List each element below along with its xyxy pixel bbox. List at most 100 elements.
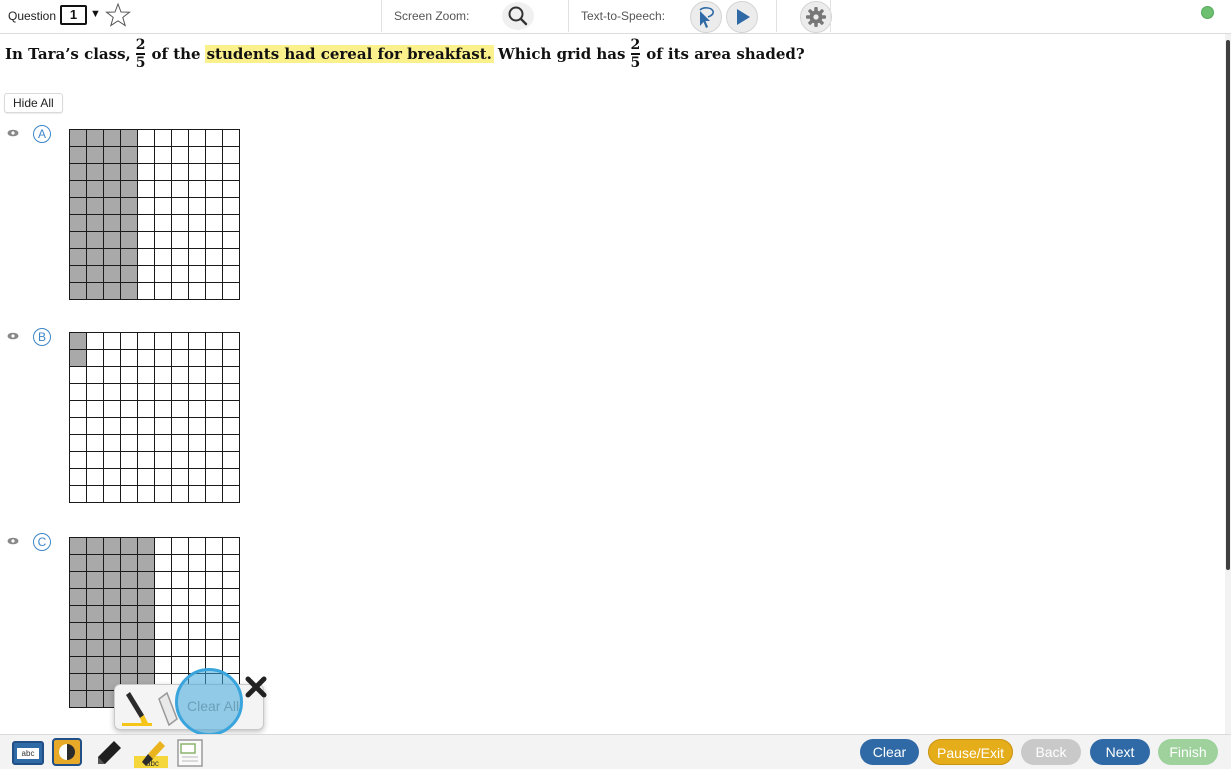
grid-cell bbox=[222, 383, 240, 401]
grid-cell bbox=[154, 163, 172, 181]
grid-cell-shaded bbox=[103, 571, 121, 589]
highlighter-tool[interactable]: abc bbox=[134, 738, 168, 768]
answer-option-c[interactable]: C bbox=[33, 533, 51, 551]
grid-cell-shaded bbox=[120, 248, 138, 266]
grid-cell bbox=[188, 571, 206, 589]
grid-cell bbox=[154, 332, 172, 350]
grid-cell bbox=[222, 571, 240, 589]
zoom-button[interactable] bbox=[502, 2, 534, 30]
grid-cell bbox=[222, 468, 240, 486]
grid-cell-shaded bbox=[86, 588, 104, 606]
grid-cell-shaded bbox=[103, 163, 121, 181]
grid-cell-shaded bbox=[69, 146, 87, 164]
grid-cell bbox=[154, 248, 172, 266]
grid-cell bbox=[188, 366, 206, 384]
grid-cell-shaded bbox=[86, 605, 104, 623]
grid-cell bbox=[171, 129, 189, 147]
grid-cell bbox=[205, 554, 223, 572]
eye-icon[interactable] bbox=[7, 536, 19, 546]
grid-cell bbox=[137, 231, 155, 249]
fraction: 2 5 bbox=[630, 38, 640, 70]
abc-label: abc bbox=[17, 748, 39, 759]
play-icon bbox=[737, 9, 750, 25]
grid-cell-shaded bbox=[69, 554, 87, 572]
scrollbar-thumb[interactable] bbox=[1226, 40, 1230, 570]
grid-cell bbox=[205, 383, 223, 401]
grid-cell bbox=[188, 485, 206, 503]
grid-cell bbox=[205, 265, 223, 283]
clear-button[interactable]: Clear bbox=[860, 739, 919, 765]
grid-cell-shaded bbox=[120, 231, 138, 249]
grid-cell-shaded bbox=[103, 180, 121, 198]
grid-cell-shaded bbox=[69, 690, 87, 708]
grid-cell bbox=[188, 588, 206, 606]
grid-cell-shaded bbox=[86, 554, 104, 572]
grid-cell bbox=[205, 332, 223, 350]
grid-cell bbox=[120, 349, 138, 367]
grid-cell bbox=[154, 366, 172, 384]
grid-cell-shaded bbox=[103, 554, 121, 572]
grid-cell bbox=[69, 451, 87, 469]
tts-select-button[interactable] bbox=[690, 1, 722, 33]
grid-cell bbox=[137, 485, 155, 503]
eye-icon[interactable] bbox=[7, 128, 19, 138]
grid-cell bbox=[171, 180, 189, 198]
grid-cell bbox=[154, 554, 172, 572]
grid-cell-shaded bbox=[69, 571, 87, 589]
grid-cell-shaded bbox=[86, 180, 104, 198]
star-icon[interactable] bbox=[105, 2, 131, 28]
grid-cell bbox=[205, 468, 223, 486]
hide-all-button[interactable]: Hide All bbox=[4, 93, 63, 113]
grid-cell bbox=[86, 468, 104, 486]
question-number-dropdown[interactable]: 1 bbox=[60, 5, 87, 25]
finish-button[interactable]: Finish bbox=[1158, 739, 1218, 765]
grid-cell bbox=[222, 400, 240, 418]
grid-cell-shaded bbox=[86, 231, 104, 249]
grid-cell bbox=[154, 349, 172, 367]
close-icon[interactable] bbox=[243, 674, 269, 700]
grid-cell bbox=[154, 571, 172, 589]
grid-cell bbox=[154, 485, 172, 503]
grid-cell bbox=[86, 451, 104, 469]
contrast-tool-icon[interactable] bbox=[52, 738, 82, 766]
eye-icon[interactable] bbox=[7, 331, 19, 341]
grid-cell bbox=[188, 451, 206, 469]
grid-cell bbox=[171, 588, 189, 606]
grid-cell-shaded bbox=[86, 214, 104, 232]
grid-cell-shaded bbox=[86, 282, 104, 300]
dictionary-tool[interactable]: abc bbox=[12, 741, 44, 765]
grid-cell bbox=[222, 622, 240, 640]
grid-cell-shaded bbox=[120, 214, 138, 232]
pencil-icon[interactable] bbox=[94, 738, 124, 768]
grid-cell bbox=[154, 383, 172, 401]
grid-cell bbox=[205, 248, 223, 266]
grid-option-b[interactable] bbox=[69, 332, 241, 503]
grid-cell-shaded bbox=[86, 248, 104, 266]
grid-cell bbox=[69, 383, 87, 401]
answer-option-a[interactable]: A bbox=[33, 125, 51, 143]
pause-exit-button[interactable]: Pause/Exit bbox=[928, 739, 1013, 765]
highlighted-text[interactable]: students had cereal for breakfast. bbox=[204, 45, 494, 63]
chevron-down-icon[interactable]: ▼ bbox=[90, 8, 101, 20]
search-icon bbox=[508, 6, 528, 26]
speak-selection-icon bbox=[699, 7, 714, 28]
highlighter-icon[interactable] bbox=[120, 689, 154, 727]
grid-cell bbox=[103, 400, 121, 418]
grid-cell-shaded bbox=[86, 197, 104, 215]
grid-cell bbox=[137, 366, 155, 384]
grid-cell bbox=[120, 451, 138, 469]
notepad-icon[interactable] bbox=[176, 738, 204, 768]
back-button[interactable]: Back bbox=[1021, 739, 1081, 765]
answer-option-b[interactable]: B bbox=[33, 328, 51, 346]
grid-option-a[interactable] bbox=[69, 129, 241, 300]
grid-cell bbox=[86, 417, 104, 435]
grid-cell bbox=[188, 468, 206, 486]
tts-play-button[interactable] bbox=[726, 1, 758, 33]
settings-button[interactable] bbox=[800, 1, 832, 33]
next-button[interactable]: Next bbox=[1090, 739, 1150, 765]
grid-cell bbox=[205, 282, 223, 300]
grid-cell bbox=[154, 434, 172, 452]
grid-cell-shaded bbox=[120, 605, 138, 623]
grid-cell bbox=[137, 129, 155, 147]
grid-cell-shaded bbox=[120, 622, 138, 640]
